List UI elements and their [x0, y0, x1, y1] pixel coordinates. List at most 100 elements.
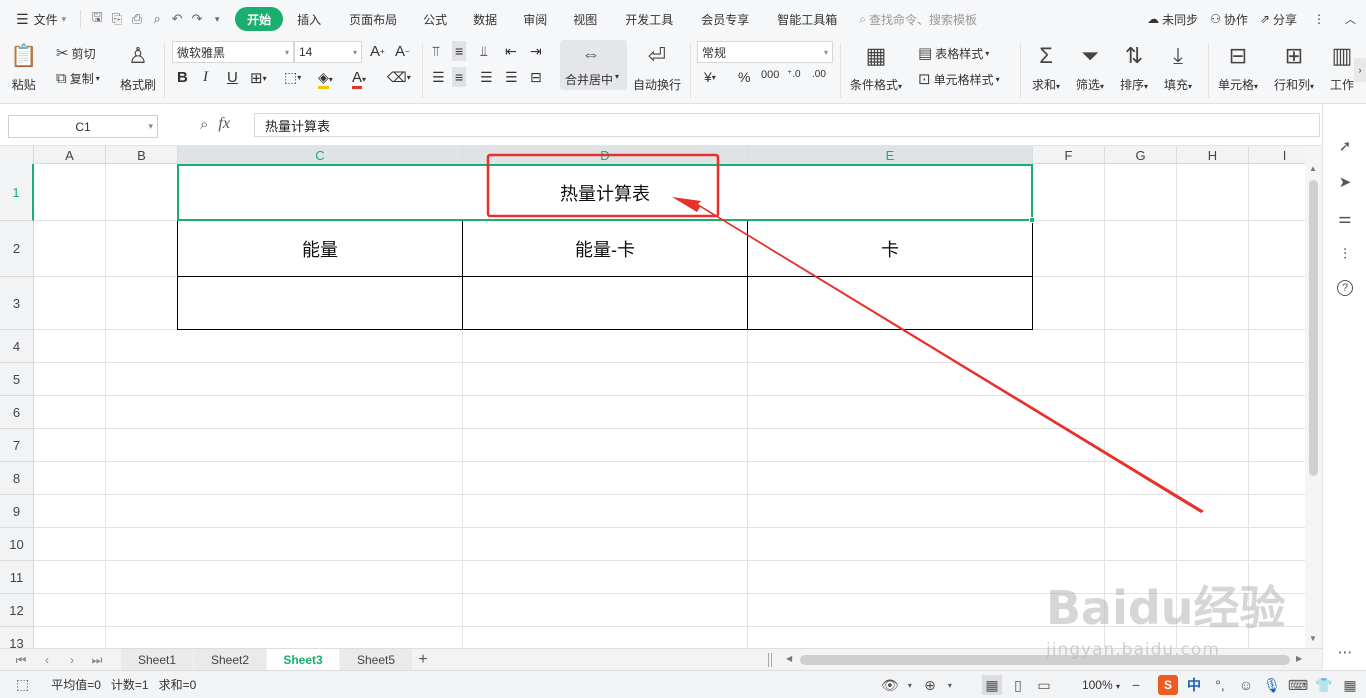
add-sheet-icon[interactable]: + [414, 651, 432, 669]
row-header-13[interactable]: 13 [0, 627, 34, 648]
row-header-6[interactable]: 6 [0, 396, 34, 429]
zoom-out-icon[interactable]: − [1126, 675, 1146, 695]
vertical-scroll-thumb[interactable] [1309, 180, 1318, 476]
sort-button[interactable]: ⇅ 排序▾ [1120, 42, 1148, 93]
more-options-icon[interactable]: ⋯ [1335, 642, 1355, 662]
collab-button[interactable]: ⚇ 协作 [1204, 7, 1254, 31]
punctuation-icon[interactable]: °, [1210, 675, 1230, 695]
sheet-tab-3[interactable]: Sheet3 [267, 649, 339, 671]
justify-icon[interactable]: ☰ [505, 69, 518, 86]
row-header-12[interactable]: 12 [0, 594, 34, 627]
row-header-9[interactable]: 9 [0, 495, 34, 528]
tab-page-layout[interactable]: 页面布局 [341, 7, 405, 31]
macro-icon[interactable]: ⬚ [16, 676, 29, 693]
sogou-ime-icon[interactable]: S [1158, 675, 1178, 695]
sum-button[interactable]: Σ 求和▾ [1032, 42, 1060, 93]
column-header-g[interactable]: G [1105, 146, 1177, 164]
table-cell-d3[interactable] [462, 276, 748, 330]
conditional-format-button[interactable]: ▦ 条件格式▾ [850, 42, 902, 93]
column-header-c[interactable]: C [178, 146, 463, 164]
decrease-indent-icon[interactable]: ⇤ [505, 43, 517, 60]
sheet-tab-2[interactable]: Sheet2 [194, 649, 266, 671]
scroll-down-icon[interactable]: ▼ [1309, 634, 1317, 643]
sync-status[interactable]: ☁ 未同步 [1141, 7, 1204, 31]
bold-button[interactable]: B [177, 69, 188, 86]
percent-icon[interactable]: % [738, 69, 750, 85]
fill-style-icon[interactable]: ⬚ ▾ [284, 69, 301, 86]
row-header-7[interactable]: 7 [0, 429, 34, 462]
row-col-button[interactable]: ⊞ 行和列▾ [1274, 42, 1314, 93]
tab-member[interactable]: 会员专享 [693, 7, 757, 31]
eye-protection-icon[interactable]: 👁 [880, 675, 900, 695]
prev-sheet-icon[interactable]: ‹ [38, 651, 56, 669]
export-icon[interactable]: ⎘ [107, 9, 127, 29]
paste-button[interactable]: 📋 粘贴 [10, 42, 37, 93]
collapse-ribbon-icon[interactable]: ︿ [1335, 7, 1366, 31]
column-header-e[interactable]: E [748, 146, 1033, 164]
increase-font-icon[interactable]: A + [370, 43, 385, 60]
normal-view-icon[interactable]: ▦ [981, 675, 1002, 695]
tab-splitter[interactable] [768, 653, 772, 667]
currency-icon[interactable]: ¥ ▾ [704, 69, 716, 85]
decrease-decimal-icon[interactable]: .00 [812, 69, 826, 80]
align-top-icon[interactable]: ⫪ [432, 43, 440, 60]
row-header-10[interactable]: 10 [0, 528, 34, 561]
cursor-icon[interactable]: ➤ [1335, 172, 1355, 192]
print-icon[interactable]: ⎙ [127, 9, 147, 29]
cut-button[interactable]: ✂ 剪切 [56, 44, 96, 62]
microphone-icon[interactable]: 🎙 [1262, 675, 1282, 695]
row-header-1[interactable]: 1 [0, 164, 34, 221]
scroll-right-icon[interactable]: ▶ [1296, 654, 1302, 663]
sliders-icon[interactable]: ⚌ [1335, 208, 1355, 228]
increase-decimal-icon[interactable]: ⁺.0 [787, 69, 801, 80]
tab-developer[interactable]: 开发工具 [617, 7, 681, 31]
row-header-4[interactable]: 4 [0, 330, 34, 363]
file-menu[interactable]: ☰ 文件 ▾ [8, 7, 74, 31]
tab-home[interactable]: 开始 [235, 7, 284, 31]
page-layout-view-icon[interactable]: ▯ [1008, 675, 1028, 695]
toolbox-icon[interactable]: ▦ [1340, 675, 1360, 695]
tab-review[interactable]: 审阅 [515, 7, 555, 31]
filter-button[interactable]: ⏷ 筛选▾ [1076, 42, 1104, 93]
merge-center-button[interactable]: ⇔ 合并居中 ▾ [560, 40, 627, 90]
font-name-select[interactable]: 微软雅黑 ▾ [172, 41, 294, 63]
language-dropdown-icon[interactable]: ▾ [946, 675, 954, 695]
rocket-icon[interactable]: ➚ [1335, 136, 1355, 156]
ime-lang-indicator[interactable]: 中 [1184, 675, 1204, 695]
tab-smart-tools[interactable]: 智能工具箱 [769, 7, 845, 31]
row-header-5[interactable]: 5 [0, 363, 34, 396]
scroll-up-icon[interactable]: ▲ [1309, 164, 1317, 173]
vertical-scrollbar[interactable]: ▲ ▼ [1305, 146, 1322, 648]
ribbon-scroll-right-icon[interactable]: › [1354, 58, 1366, 82]
align-right-icon[interactable]: ☰ [480, 69, 493, 86]
name-box[interactable]: C1 ▾ [8, 115, 158, 138]
table-cell-c3[interactable] [177, 276, 463, 330]
eye-dropdown-icon[interactable]: ▾ [906, 675, 914, 695]
row-header-3[interactable]: 3 [0, 277, 34, 330]
select-all-corner[interactable] [0, 146, 34, 164]
align-middle-icon[interactable]: ≡ [452, 41, 467, 61]
format-painter-button[interactable]: ♙ 格式刷 [120, 42, 156, 93]
column-header-i[interactable]: I [1249, 146, 1305, 164]
fill-button[interactable]: ⤓ 填充▾ [1164, 42, 1192, 93]
increase-indent-icon[interactable]: ⇥ [530, 43, 542, 60]
tab-insert[interactable]: 插入 [289, 7, 329, 31]
sheet-tab-5[interactable]: Sheet5 [340, 649, 412, 671]
redo-icon[interactable]: ↷ [187, 9, 207, 29]
distribute-icon[interactable]: ⊟ [530, 69, 542, 86]
thousands-icon[interactable]: 000 [761, 69, 779, 81]
clear-format-icon[interactable]: ⌫ ▾ [387, 69, 411, 86]
first-sheet-icon[interactable]: ⏮ [12, 651, 30, 669]
column-header-b[interactable]: B [106, 146, 178, 164]
tab-formulas[interactable]: 公式 [415, 7, 455, 31]
formula-input[interactable]: 热量计算表 [254, 113, 1320, 137]
fx-icon[interactable]: fx [218, 115, 230, 133]
quick-access-dropdown-icon[interactable]: ▾ [207, 9, 227, 29]
zoom-icon[interactable]: ⌕ [200, 116, 208, 133]
help-icon[interactable]: ? [1337, 280, 1353, 296]
align-center-icon[interactable]: ≡ [452, 67, 467, 87]
keyboard-icon[interactable]: ⌨ [1288, 675, 1308, 695]
cell-button[interactable]: ⊟ 单元格▾ [1218, 42, 1258, 93]
font-color-icon[interactable]: A ▾ [352, 69, 366, 89]
zoom-level[interactable]: 100% ▾ [1082, 678, 1120, 692]
